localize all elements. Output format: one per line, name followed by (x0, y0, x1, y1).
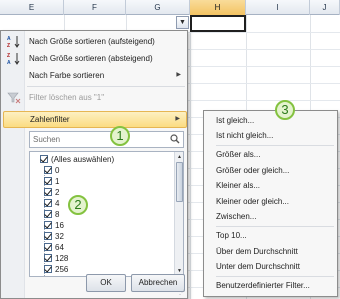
menu-clear-filter-label: Filter löschen aus "1" (29, 93, 105, 102)
submenu-not-equals[interactable]: Ist nicht gleich... (216, 129, 336, 143)
list-item-label: 1 (55, 177, 60, 186)
submenu-greater-or-equal[interactable]: Größer oder gleich... (216, 164, 336, 178)
list-item-label: 4 (55, 199, 60, 208)
callout-marker-2: 2 (68, 195, 88, 215)
column-header-e[interactable]: E (0, 0, 64, 15)
selected-cell[interactable] (190, 15, 246, 32)
submenu-top-10[interactable]: Top 10... (216, 229, 336, 243)
clear-filter-icon (7, 91, 21, 104)
list-item[interactable]: 4 (44, 198, 59, 209)
sort-asc-icon: A Z (7, 35, 21, 49)
submenu-custom-filter[interactable]: Benutzerdefinierter Filter... (216, 279, 336, 293)
list-item[interactable]: 256 (44, 264, 68, 275)
search-icon (170, 134, 180, 144)
menu-sort-descending-label: Nach Größe sortieren (absteigend) (29, 54, 153, 63)
submenu-above-average[interactable]: Über dem Durchschnitt (216, 245, 336, 259)
svg-text:A: A (7, 60, 11, 65)
callout-marker-3: 3 (275, 100, 295, 120)
ok-button[interactable]: OK (86, 274, 126, 292)
search-placeholder: Suchen (33, 135, 61, 144)
list-item-select-all[interactable]: (Alles auswählen) (40, 154, 114, 165)
sort-desc-icon: Z A (7, 52, 21, 66)
list-item-label: 16 (55, 221, 64, 230)
menu-separator (27, 86, 185, 87)
submenu-separator (216, 145, 334, 146)
callout-marker-1: 1 (110, 126, 130, 146)
scroll-thumb[interactable] (176, 162, 183, 202)
menu-clear-filter[interactable]: Filter löschen aus "1" (3, 89, 187, 106)
menu-sort-descending[interactable]: Z A Nach Größe sortieren (absteigend) (3, 50, 187, 67)
list-item[interactable]: 32 (44, 231, 64, 242)
checkbox[interactable] (44, 209, 52, 218)
list-item[interactable]: 0 (44, 165, 59, 176)
list-item-label: 32 (55, 232, 64, 241)
svg-text:Z: Z (7, 43, 10, 48)
column-headers: E F G H I J (0, 0, 340, 15)
menu-number-filter[interactable]: Zahlenfilter ▶ (3, 111, 187, 128)
checkbox[interactable] (44, 220, 52, 229)
checkbox[interactable] (44, 242, 52, 251)
list-item[interactable]: 128 (44, 253, 68, 264)
list-item-label: 64 (55, 243, 64, 252)
submenu-greater-than[interactable]: Größer als... (216, 148, 336, 162)
menu-sort-by-color-label: Nach Farbe sortieren (29, 71, 105, 80)
checkbox[interactable] (40, 154, 48, 163)
column-header-f[interactable]: F (64, 0, 126, 15)
dropdown-arrow-icon: ▼ (179, 19, 186, 26)
submenu-arrow-icon: ▶ (175, 116, 180, 122)
column-header-j[interactable]: J (310, 0, 340, 15)
column-header-h[interactable]: H (190, 0, 246, 15)
column-header-g[interactable]: G (126, 0, 190, 15)
list-item-label: 2 (55, 188, 60, 197)
submenu-icon-strip (204, 111, 214, 296)
submenu-below-average[interactable]: Unter dem Durchschnitt (216, 260, 336, 274)
value-list: (Alles auswählen) 0 1 2 4 8 16 32 64 128 (29, 151, 184, 277)
number-filter-submenu: Ist gleich... Ist nicht gleich... Größer… (203, 110, 338, 297)
list-item-label: (Alles auswählen) (51, 155, 115, 164)
list-item-label: 256 (55, 265, 69, 274)
submenu-less-or-equal[interactable]: Kleiner oder gleich... (216, 195, 336, 209)
filter-dropdown-menu: A Z Nach Größe sortieren (aufsteigend) Z… (0, 30, 188, 299)
submenu-equals[interactable]: Ist gleich... (216, 114, 336, 128)
resize-grip-icon[interactable]: ⋰ (179, 289, 185, 296)
scroll-up-icon[interactable]: ▲ (176, 153, 183, 161)
checkbox[interactable] (44, 198, 52, 207)
submenu-less-than[interactable]: Kleiner als... (216, 179, 336, 193)
menu-sort-by-color[interactable]: Nach Farbe sortieren ▶ (3, 67, 187, 84)
list-scrollbar[interactable]: ▲ ▼ (174, 152, 183, 276)
checkbox[interactable] (44, 231, 52, 240)
list-item-label: 8 (55, 210, 60, 219)
filter-dropdown-button[interactable]: ▼ (176, 16, 189, 29)
list-item[interactable]: 16 (44, 220, 64, 231)
column-header-i[interactable]: I (246, 0, 310, 15)
list-item-label: 0 (55, 166, 60, 175)
cancel-button[interactable]: Abbrechen (131, 274, 185, 292)
checkbox[interactable] (44, 253, 52, 262)
list-item[interactable]: 2 (44, 187, 59, 198)
menu-sort-ascending-label: Nach Größe sortieren (aufsteigend) (29, 37, 155, 46)
checkbox[interactable] (44, 176, 52, 185)
checkbox[interactable] (44, 264, 52, 273)
list-item-label: 128 (55, 254, 69, 263)
list-item[interactable]: 64 (44, 242, 64, 253)
menu-sort-ascending[interactable]: A Z Nach Größe sortieren (aufsteigend) (3, 33, 187, 50)
svg-text:Z: Z (7, 53, 10, 59)
submenu-arrow-icon: ▶ (176, 72, 181, 78)
list-item[interactable]: 8 (44, 209, 59, 220)
submenu-separator (216, 276, 334, 277)
list-item[interactable]: 1 (44, 176, 59, 187)
search-input[interactable]: Suchen (29, 131, 184, 148)
svg-text:A: A (7, 36, 11, 42)
checkbox[interactable] (44, 165, 52, 174)
menu-number-filter-label: Zahlenfilter (30, 115, 70, 124)
checkbox[interactable] (44, 187, 52, 196)
submenu-between[interactable]: Zwischen... (216, 210, 336, 224)
submenu-separator (216, 226, 334, 227)
